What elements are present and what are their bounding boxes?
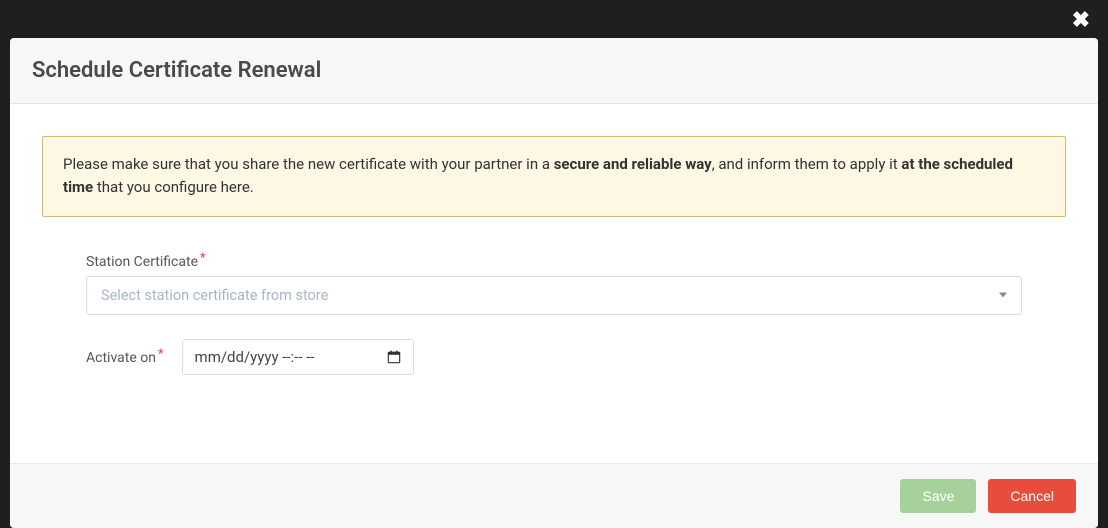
- warning-alert: Please make sure that you share the new …: [42, 136, 1066, 217]
- activate-on-row: Activate on* mm/dd/yyyy --:-- --: [86, 339, 1022, 375]
- modal-body: Please make sure that you share the new …: [10, 104, 1098, 463]
- station-certificate-label: Station Certificate: [86, 254, 198, 270]
- activate-on-placeholder: mm/dd/yyyy --:-- --: [195, 348, 315, 366]
- required-mark: *: [200, 251, 206, 266]
- schedule-certificate-renewal-modal: Schedule Certificate Renewal Please make…: [10, 38, 1098, 528]
- alert-text-2: , and inform them to apply it: [712, 155, 902, 173]
- modal-title: Schedule Certificate Renewal: [32, 58, 1076, 83]
- alert-text-3: that you configure here.: [93, 178, 254, 196]
- alert-text-1: Please make sure that you share the new …: [63, 155, 554, 173]
- modal-header: Schedule Certificate Renewal: [10, 38, 1098, 104]
- station-certificate-placeholder: Select station certificate from store: [101, 287, 328, 304]
- save-button[interactable]: Save: [900, 479, 976, 513]
- cancel-button[interactable]: Cancel: [988, 479, 1076, 513]
- chevron-down-icon: [999, 293, 1007, 298]
- alert-bold-1: secure and reliable way: [554, 155, 712, 173]
- required-mark: *: [158, 347, 164, 362]
- station-certificate-row: Station Certificate* Select station cert…: [86, 251, 1022, 315]
- station-certificate-select[interactable]: Select station certificate from store: [86, 276, 1022, 315]
- close-icon[interactable]: ✖: [1072, 8, 1090, 33]
- calendar-icon: [387, 350, 401, 364]
- activate-on-label: Activate on: [86, 350, 156, 366]
- activate-on-input[interactable]: mm/dd/yyyy --:-- --: [182, 339, 414, 375]
- form-area: Station Certificate* Select station cert…: [42, 251, 1066, 375]
- modal-footer: Save Cancel: [10, 463, 1098, 528]
